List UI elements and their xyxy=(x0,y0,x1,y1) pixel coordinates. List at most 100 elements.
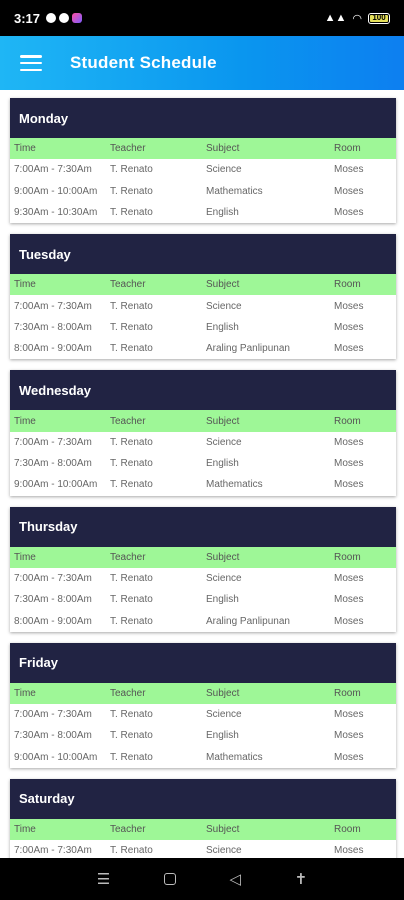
teacher-cell: T. Renato xyxy=(110,185,153,197)
battery-icon: 100 xyxy=(368,12,390,24)
teacher-cell: T. Renato xyxy=(110,615,153,627)
subject-cell: Science xyxy=(206,300,242,312)
subject-cell: Mathematics xyxy=(206,185,263,197)
teacher-cell: T. Renato xyxy=(110,709,153,721)
status-time: 3:17 xyxy=(14,10,41,26)
column-header: Subject xyxy=(206,143,240,155)
subject-cell: Araling Panlipunan xyxy=(206,615,290,627)
time-cell: 9:00Am - 10:00Am xyxy=(14,185,98,197)
column-header: Time xyxy=(14,687,36,699)
room-cell: Moses xyxy=(334,845,364,857)
schedule-row: 7:30Am - 8:00Am T. Renato English Moses xyxy=(10,317,396,338)
teacher-cell: T. Renato xyxy=(110,164,153,176)
system-nav-bar: ☰ ◁ ✝ xyxy=(0,858,404,900)
time-cell: 7:30Am - 8:00Am xyxy=(14,730,92,742)
room-cell: Moses xyxy=(334,458,364,470)
column-header: Subject xyxy=(206,687,240,699)
time-cell: 8:00Am - 9:00Am xyxy=(14,343,92,355)
telegram-icon xyxy=(59,13,70,23)
subject-cell: Science xyxy=(206,709,242,721)
room-cell: Moses xyxy=(334,709,364,721)
time-cell: 7:00Am - 7:30Am xyxy=(14,573,92,584)
column-header: Time xyxy=(14,551,36,563)
time-cell: 7:30Am - 8:00Am xyxy=(14,458,92,470)
notification-icons xyxy=(46,13,83,23)
room-cell: Moses xyxy=(334,730,364,742)
schedule-row: 7:30Am - 8:00Am T. Renato English Moses xyxy=(10,453,396,474)
room-cell: Moses xyxy=(334,164,364,176)
teacher-cell: T. Renato xyxy=(110,751,153,763)
subject-cell: English xyxy=(206,594,239,606)
system-icons: ▲▲ ◠ 100 xyxy=(325,12,390,25)
accessibility-icon[interactable]: ✝ xyxy=(295,870,308,888)
subject-cell: English xyxy=(206,321,239,333)
column-header: Room xyxy=(334,143,361,155)
time-cell: 9:30Am - 10:30Am xyxy=(14,207,98,219)
recents-icon[interactable]: ☰ xyxy=(97,870,110,888)
home-icon[interactable] xyxy=(163,873,176,885)
column-header: Teacher xyxy=(110,279,146,291)
schedule-list[interactable]: Monday Time Teacher Subject Room 7:00Am - 7:3… xyxy=(0,90,404,858)
room-cell: Moses xyxy=(334,185,364,197)
teacher-cell: T. Renato xyxy=(110,845,153,857)
day-card-monday: Monday Time Teacher Subject Room 7:00Am - 7:3… xyxy=(10,98,396,224)
room-cell: Moses xyxy=(334,321,364,333)
schedule-row: 7:00Am - 7:30Am T. Renato Science Moses xyxy=(10,704,396,725)
column-header: Room xyxy=(334,279,361,291)
teacher-cell: T. Renato xyxy=(110,321,153,333)
column-header: Teacher xyxy=(110,415,146,427)
column-header-row: Time Teacher Subject Room xyxy=(10,274,396,296)
day-card-tuesday: Tuesday Time Teacher Subject Room 7:00Am - 7:… xyxy=(10,234,396,360)
room-cell: Moses xyxy=(334,751,364,763)
column-header: Room xyxy=(334,824,361,836)
subject-cell: Mathematics xyxy=(206,479,263,491)
schedule-row: 7:00Am - 7:30Am T. Renato Science Moses xyxy=(10,432,396,453)
day-card-wednesday: Wednesday Time Teacher Subject Room 7:00Am - … xyxy=(10,370,396,496)
room-cell: Moses xyxy=(334,479,364,491)
room-cell: Moses xyxy=(334,300,364,312)
app-notification-icon xyxy=(72,13,83,23)
day-card-friday: Friday Time Teacher Subject Room 7:00Am - 7:3… xyxy=(10,642,396,768)
time-cell: 8:00Am - 9:00Am xyxy=(14,615,92,627)
schedule-row: 8:00Am - 9:00Am T. Renato Araling Panlipun… xyxy=(10,338,396,359)
time-cell: 7:00Am - 7:30Am xyxy=(14,436,92,448)
column-header: Teacher xyxy=(110,143,146,155)
column-header: Teacher xyxy=(110,551,146,563)
subject-cell: Science xyxy=(206,573,242,584)
time-cell: 9:00Am - 10:00Am xyxy=(14,751,98,763)
day-header: Friday xyxy=(10,642,396,683)
column-header: Room xyxy=(334,687,361,699)
time-cell: 9:00Am - 10:00Am xyxy=(14,479,98,491)
teacher-cell: T. Renato xyxy=(110,300,153,312)
column-header: Teacher xyxy=(110,824,146,836)
column-header: Subject xyxy=(206,415,240,427)
teacher-cell: T. Renato xyxy=(110,343,153,355)
column-header: Time xyxy=(14,415,36,427)
time-cell: 7:30Am - 8:00Am xyxy=(14,594,92,606)
schedule-row: 9:00Am - 10:00Am T. Renato Mathematics Mose… xyxy=(10,747,396,768)
column-header-row: Time Teacher Subject Room xyxy=(10,818,396,841)
subject-cell: English xyxy=(206,207,239,219)
room-cell: Moses xyxy=(334,594,364,606)
app-bar: Student Schedule xyxy=(0,36,404,90)
day-header: Thursday xyxy=(10,506,396,547)
column-header: Subject xyxy=(206,824,240,836)
schedule-row: 9:00Am - 10:00Am T. Renato Mathematics Mose… xyxy=(10,474,396,495)
schedule-row: 7:00Am - 7:30Am T. Renato Science Moses xyxy=(10,840,396,858)
schedule-row: 9:30Am - 10:30Am T. Renato English Moses xyxy=(10,202,396,223)
schedule-row: 7:30Am - 8:00Am T. Renato English Moses xyxy=(10,725,396,746)
day-card-saturday: Saturday Time Teacher Subject Room 7:00Am - 7… xyxy=(10,778,396,858)
signal-icon: ▲▲ xyxy=(324,12,347,24)
back-icon[interactable]: ◁ xyxy=(229,870,241,888)
teacher-cell: T. Renato xyxy=(110,436,153,448)
schedule-row: 8:00Am - 9:00Am T. Renato Araling Panlipun… xyxy=(10,610,396,631)
room-cell: Moses xyxy=(334,436,364,448)
column-header: Time xyxy=(14,824,36,836)
teacher-cell: T. Renato xyxy=(110,458,153,470)
wifi-icon: ◠ xyxy=(352,12,362,25)
menu-icon[interactable] xyxy=(20,55,42,71)
teacher-cell: T. Renato xyxy=(110,207,153,219)
column-header: Subject xyxy=(206,279,240,291)
schedule-row: 9:00Am - 10:00Am T. Renato Mathematics Mose… xyxy=(10,181,396,202)
time-cell: 7:00Am - 7:30Am xyxy=(14,300,92,312)
